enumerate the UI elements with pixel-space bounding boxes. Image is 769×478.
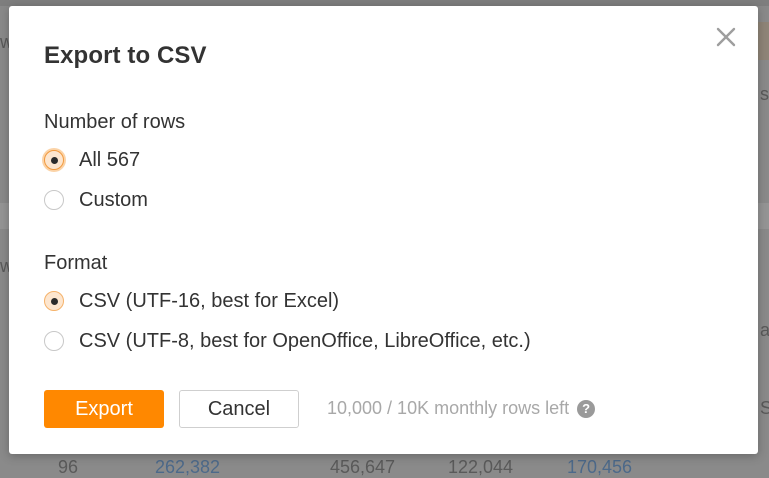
dialog-title: Export to CSV bbox=[44, 42, 207, 69]
format-option-utf16[interactable]: CSV (UTF-16, best for Excel) bbox=[44, 288, 339, 314]
background-text: ar bbox=[760, 320, 769, 340]
background-cell: 122,044 bbox=[448, 457, 514, 477]
question-circle-icon[interactable]: ? bbox=[577, 399, 596, 418]
rows-all-radio[interactable] bbox=[44, 150, 64, 170]
background-cell: 262,382 bbox=[155, 457, 221, 477]
background-cell: 456,647 bbox=[330, 457, 396, 477]
rows-option-custom[interactable]: Custom bbox=[44, 187, 148, 213]
background-accent-strip bbox=[758, 22, 769, 60]
quota-text: 10,000 / 10K monthly rows left bbox=[327, 398, 570, 418]
background-text: S bbox=[760, 398, 769, 418]
close-icon[interactable] bbox=[714, 25, 738, 49]
format-option-utf8[interactable]: CSV (UTF-8, best for OpenOffice, LibreOf… bbox=[44, 328, 531, 354]
format-utf16-label: CSV (UTF-16, best for Excel) bbox=[79, 289, 340, 312]
background-cell: 170,456 bbox=[567, 457, 633, 477]
cancel-button[interactable]: Cancel bbox=[179, 390, 299, 428]
rows-custom-radio[interactable] bbox=[44, 190, 64, 210]
export-csv-dialog: Export to CSV Number of rows All 567 Cus… bbox=[9, 6, 758, 454]
format-section-label: Format bbox=[44, 252, 108, 274]
rows-section-label: Number of rows bbox=[44, 111, 186, 133]
background-text: s bbox=[760, 84, 769, 104]
format-utf8-radio[interactable] bbox=[44, 331, 64, 351]
rows-option-all[interactable]: All 567 bbox=[44, 147, 140, 173]
background-table-separator bbox=[0, 203, 9, 229]
rows-custom-label: Custom bbox=[79, 188, 148, 211]
format-utf8-label: CSV (UTF-8, best for OpenOffice, LibreOf… bbox=[79, 329, 531, 352]
background-table-separator bbox=[758, 203, 769, 229]
background-cell: 96 bbox=[58, 457, 79, 477]
export-button[interactable]: Export bbox=[44, 390, 164, 428]
monthly-quota: 10,000 / 10K monthly rows left ? bbox=[327, 398, 596, 419]
rows-all-label: All 567 bbox=[79, 148, 141, 171]
format-utf16-radio[interactable] bbox=[44, 291, 64, 311]
